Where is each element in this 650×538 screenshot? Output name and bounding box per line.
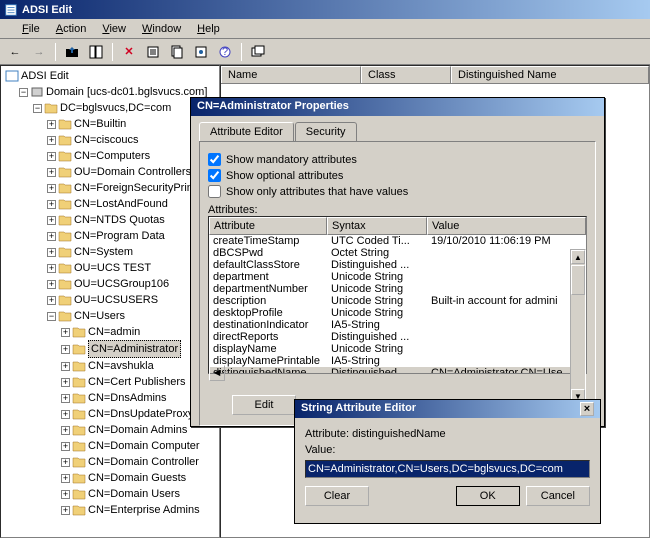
new-window-button[interactable] — [247, 41, 269, 63]
chk-mandatory[interactable]: Show mandatory attributes — [208, 153, 587, 166]
menubar: File Action View Window Help — [0, 19, 650, 39]
properties-window: CN=Administrator Properties Attribute Ed… — [190, 97, 605, 427]
tab-attribute-editor[interactable]: Attribute Editor — [199, 122, 294, 141]
back-button[interactable]: ← — [4, 41, 26, 63]
refresh-button[interactable] — [166, 41, 188, 63]
ok-button[interactable]: OK — [456, 486, 520, 506]
attr-row[interactable]: departmentUnicode String — [209, 271, 586, 283]
properties-title: CN=Administrator Properties — [191, 98, 604, 116]
attr-row[interactable]: dBCSPwdOctet String — [209, 247, 586, 259]
attr-row[interactable]: destinationIndicatorIA5-String — [209, 319, 586, 331]
menu-file[interactable]: File — [14, 21, 48, 37]
tree-item[interactable]: +CN=Enterprise Admins — [61, 502, 217, 518]
delete-button[interactable]: ✕ — [118, 41, 140, 63]
tree-item[interactable]: +CN=Domain Users — [61, 486, 217, 502]
string-editor-title: String Attribute Editor — [301, 402, 416, 416]
chk-optional[interactable]: Show optional attributes — [208, 169, 587, 182]
menu-window[interactable]: Window — [134, 21, 189, 37]
attr-row[interactable]: distinguishedNameDistinguished ...CN=Adm… — [209, 367, 586, 374]
tree-item[interactable]: +CN=Domain Controller — [61, 454, 217, 470]
attr-label: Attribute: — [305, 428, 349, 440]
col-class[interactable]: Class — [361, 66, 451, 83]
menu-action[interactable]: Action — [48, 21, 95, 37]
export-button[interactable] — [190, 41, 212, 63]
attr-row[interactable]: displayNamePrintableIA5-String — [209, 355, 586, 367]
value-input[interactable] — [305, 460, 590, 478]
col-value[interactable]: Value — [427, 217, 586, 235]
scroll-thumb[interactable] — [571, 265, 585, 295]
attributes-table[interactable]: Attribute Syntax Value createTimeStampUT… — [208, 216, 587, 374]
tree-root[interactable]: ADSI Edit — [5, 68, 217, 84]
close-icon[interactable]: × — [580, 402, 594, 416]
tab-security[interactable]: Security — [295, 122, 357, 141]
tree-domain[interactable]: −Domain [ucs-dc01.bglsvucs.com] — [19, 84, 217, 100]
up-button[interactable] — [61, 41, 83, 63]
clear-button[interactable]: Clear — [305, 486, 369, 506]
show-tree-button[interactable] — [85, 41, 107, 63]
attr-row[interactable]: descriptionUnicode StringBuilt-in accoun… — [209, 295, 586, 307]
attr-row[interactable]: desktopProfileUnicode String — [209, 307, 586, 319]
svg-text:?: ? — [222, 46, 228, 58]
scroll-left-icon[interactable]: ◄ — [209, 365, 225, 381]
attributes-label: Attributes: — [208, 204, 587, 216]
window-title: ADSI Edit — [22, 4, 646, 16]
col-dn[interactable]: Distinguished Name — [451, 66, 649, 83]
help-button[interactable]: ? — [214, 41, 236, 63]
col-name[interactable]: Name — [221, 66, 361, 83]
tree-item[interactable]: +CN=Domain Guests — [61, 470, 217, 486]
col-syntax[interactable]: Syntax — [327, 217, 427, 235]
toolbar: ← → ✕ ? — [0, 39, 650, 65]
chk-only-values[interactable]: Show only attributes that have values — [208, 185, 587, 198]
attr-row[interactable]: createTimeStampUTC Coded Ti...19/10/2010… — [209, 235, 586, 247]
tree-pane[interactable]: ADSI Edit−Domain [ucs-dc01.bglsvucs.com]… — [0, 65, 220, 538]
main-titlebar: ADSI Edit — [0, 0, 650, 19]
list-header: Name Class Distinguished Name — [221, 66, 649, 84]
col-attribute[interactable]: Attribute — [209, 217, 327, 235]
attr-name: distinguishedName — [352, 428, 446, 440]
scroll-up-icon[interactable]: ▲ — [571, 250, 585, 264]
app-icon — [4, 3, 18, 17]
attr-row[interactable]: departmentNumberUnicode String — [209, 283, 586, 295]
edit-button[interactable]: Edit — [232, 395, 296, 415]
properties-button[interactable] — [142, 41, 164, 63]
forward-button[interactable]: → — [28, 41, 50, 63]
cancel-button[interactable]: Cancel — [526, 486, 590, 506]
attr-row[interactable]: defaultClassStoreDistinguished ... — [209, 259, 586, 271]
tree-item[interactable]: +CN=Domain Computer — [61, 438, 217, 454]
menu-view[interactable]: View — [94, 21, 134, 37]
attr-row[interactable]: displayNameUnicode String — [209, 343, 586, 355]
menu-help[interactable]: Help — [189, 21, 228, 37]
string-editor-window: String Attribute Editor × Attribute: dis… — [294, 399, 601, 524]
value-label: Value: — [305, 444, 590, 456]
attr-scrollbar[interactable]: ▲ ▼ — [570, 249, 586, 404]
attr-row[interactable]: directReportsDistinguished ... — [209, 331, 586, 343]
